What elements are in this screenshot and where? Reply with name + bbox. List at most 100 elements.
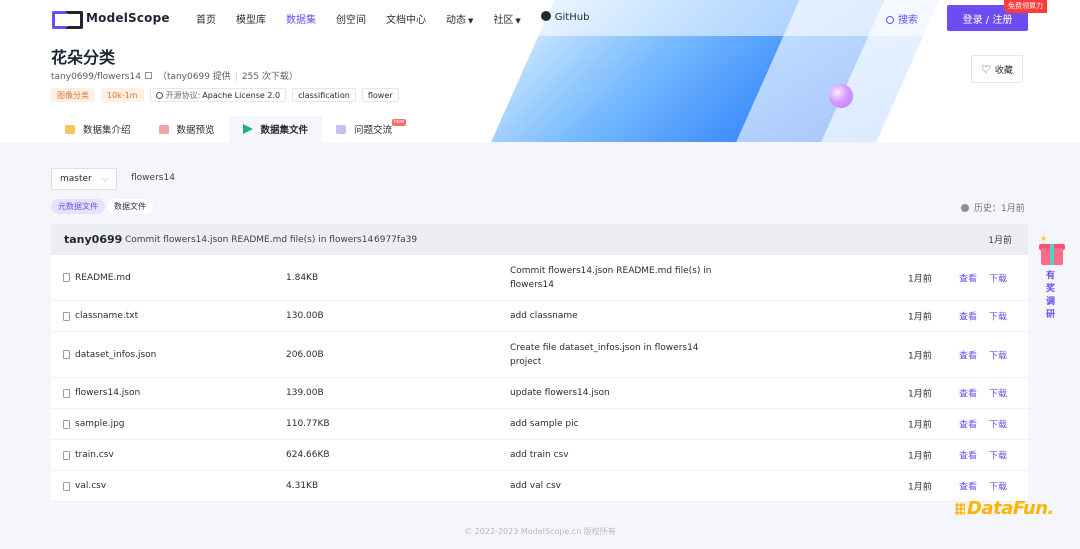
dataset-tags: 图像分类 10k-1m 开源协议: Apache License 2.0 clas… <box>51 88 399 102</box>
tag-license[interactable]: 开源协议: Apache License 2.0 <box>149 88 287 102</box>
table-row: val.csv 4.31KB add val csv 1月前 查看 下载 <box>51 471 1028 502</box>
chevron-down-icon: ⌵ <box>101 174 108 183</box>
download-link[interactable]: 下载 <box>989 348 1007 361</box>
dataset-meta: tany0699/flowers14 （tany0699 提供 | 255 次下载） <box>51 69 298 82</box>
nav-link-0[interactable]: 首页 <box>196 11 216 26</box>
file-name[interactable]: train.csv <box>63 450 114 460</box>
tab-issues[interactable]: 问题交流 new <box>322 116 407 142</box>
view-link[interactable]: 查看 <box>959 271 977 284</box>
search-button[interactable]: 搜索 <box>886 11 918 26</box>
file-icon <box>63 450 70 460</box>
file-size: 1.84KB <box>286 272 319 283</box>
branch-select[interactable]: master ⌵ <box>51 168 117 190</box>
nav-link-github[interactable]: GitHub <box>540 11 589 26</box>
toggle-data-files[interactable]: 数据文件 <box>107 199 153 214</box>
promo-badge[interactable]: 免费领算力 <box>1004 0 1047 13</box>
nav-link-6[interactable]: 社区 ▼ <box>493 11 520 26</box>
file-name[interactable]: dataset_infos.json <box>63 350 156 360</box>
table-row: classname.txt 130.00B add classname 1月前 查看 下载 <box>51 301 1028 332</box>
tag-size[interactable]: 10k-1m <box>101 88 144 102</box>
chat-icon <box>336 124 347 134</box>
table-row: dataset_infos.json 206.00B Create file dat… <box>51 332 1028 378</box>
view-link[interactable]: 查看 <box>959 480 977 493</box>
download-link[interactable]: 下载 <box>989 387 1007 400</box>
file-name[interactable]: README.md <box>63 273 131 283</box>
search-icon <box>886 16 894 24</box>
download-link[interactable]: 下载 <box>989 418 1007 431</box>
tag-classification[interactable]: classification <box>292 88 356 102</box>
star-icon: ★ <box>1040 234 1048 243</box>
cube-icon <box>65 124 75 134</box>
file-size: 110.77KB <box>286 419 330 429</box>
file-icon <box>63 388 70 398</box>
file-name[interactable]: flowers14.json <box>63 388 140 398</box>
file-icon <box>63 311 70 321</box>
file-icon <box>63 273 70 282</box>
nav-link-3[interactable]: 创空间 <box>336 11 366 26</box>
tag-task[interactable]: 图像分类 <box>51 88 95 102</box>
file-commit-message: Create file dataset_infos.json in flower… <box>510 342 699 367</box>
watermark-dots-icon <box>955 502 965 515</box>
nav-link-4[interactable]: 文档中心 <box>386 11 426 26</box>
file-time: 1月前 <box>908 312 932 323</box>
view-link[interactable]: 查看 <box>959 348 977 361</box>
watermark-text: DataFun. <box>967 498 1054 519</box>
download-link[interactable]: 下载 <box>989 271 1007 284</box>
heart-icon: ♡ <box>981 62 991 76</box>
tab-preview[interactable]: 数据预览 <box>145 116 229 142</box>
download-link[interactable]: 下载 <box>989 449 1007 462</box>
file-commit-message: add train csv <box>510 450 569 460</box>
favorite-button[interactable]: ♡ 收藏 <box>971 55 1023 83</box>
commit-hash[interactable]: 6977fa39 <box>374 235 417 245</box>
file-name[interactable]: classname.txt <box>63 311 138 321</box>
github-icon <box>540 11 551 21</box>
table-row: flowers14.json 139.00B update flowers14.js… <box>51 378 1028 409</box>
commit-user[interactable]: tany0699 <box>64 233 122 246</box>
latest-commit-bar: tany0699 Commit flowers14.json README.md… <box>51 224 1028 255</box>
copy-icon[interactable] <box>144 72 152 79</box>
toggle-meta-files[interactable]: 元数据文件 <box>51 199 105 214</box>
file-size: 624.66KB <box>286 450 330 460</box>
view-link[interactable]: 查看 <box>959 387 977 400</box>
dataset-downloads: 255 次下载） <box>241 72 298 82</box>
file-icon <box>63 350 70 359</box>
clock-icon <box>961 204 969 212</box>
view-link[interactable]: 查看 <box>959 418 977 431</box>
view-link[interactable]: 查看 <box>959 449 977 462</box>
dataset-provider: （tany0699 提供 <box>157 72 231 82</box>
file-commit-message: add classname <box>510 311 578 321</box>
file-size: 130.00B <box>286 311 324 321</box>
survey-widget[interactable]: ★ 有奖调研 <box>1036 234 1068 322</box>
new-badge: new <box>391 119 407 126</box>
nav-link-2[interactable]: 数据集 <box>286 11 316 26</box>
history-link[interactable]: 历史：1月前 <box>961 201 1025 214</box>
file-icon <box>63 419 70 429</box>
tab-files[interactable]: 数据集文件 <box>228 116 323 142</box>
logo-text: ModelScope <box>86 11 170 25</box>
commit-message: Commit flowers14.json README.md file(s) … <box>125 234 374 245</box>
file-name[interactable]: val.csv <box>63 481 106 491</box>
tab-intro[interactable]: 数据集介绍 <box>51 116 145 142</box>
dataset-tabs: 数据集介绍 数据预览 数据集文件 问题交流 new <box>51 116 407 142</box>
dataset-title: 花朵分类 <box>51 48 116 67</box>
commit-time: 1月前 <box>988 236 1012 246</box>
footer: © 2022-2023 ModelScope.cn 版权所有 <box>464 527 616 536</box>
datafun-watermark: DataFun. <box>955 498 1054 519</box>
download-link[interactable]: 下载 <box>989 480 1007 493</box>
top-nav: ModelScope 首页 模型库 数据集 创空间 文档中心 动态 ▼ 社区 ▼ GitHub 搜… <box>0 0 1080 36</box>
download-link[interactable]: 下载 <box>989 310 1007 323</box>
nav-link-1[interactable]: 模型库 <box>236 11 266 26</box>
nav-link-5[interactable]: 动态 ▼ <box>446 11 473 26</box>
files-icon <box>242 124 253 134</box>
view-link[interactable]: 查看 <box>959 310 977 323</box>
nav-links: 首页 模型库 数据集 创空间 文档中心 动态 ▼ 社区 ▼ GitHub <box>196 11 609 26</box>
file-icon <box>63 481 70 491</box>
file-time: 1月前 <box>908 389 932 400</box>
logo[interactable]: ModelScope <box>52 9 170 29</box>
tag-flower[interactable]: flower <box>361 88 399 102</box>
gift-icon: ★ <box>1038 234 1066 266</box>
file-type-toggle: 元数据文件 数据文件 <box>51 199 153 214</box>
preview-icon <box>158 124 169 134</box>
file-time: 1月前 <box>908 351 932 361</box>
file-name[interactable]: sample.jpg <box>63 419 125 429</box>
